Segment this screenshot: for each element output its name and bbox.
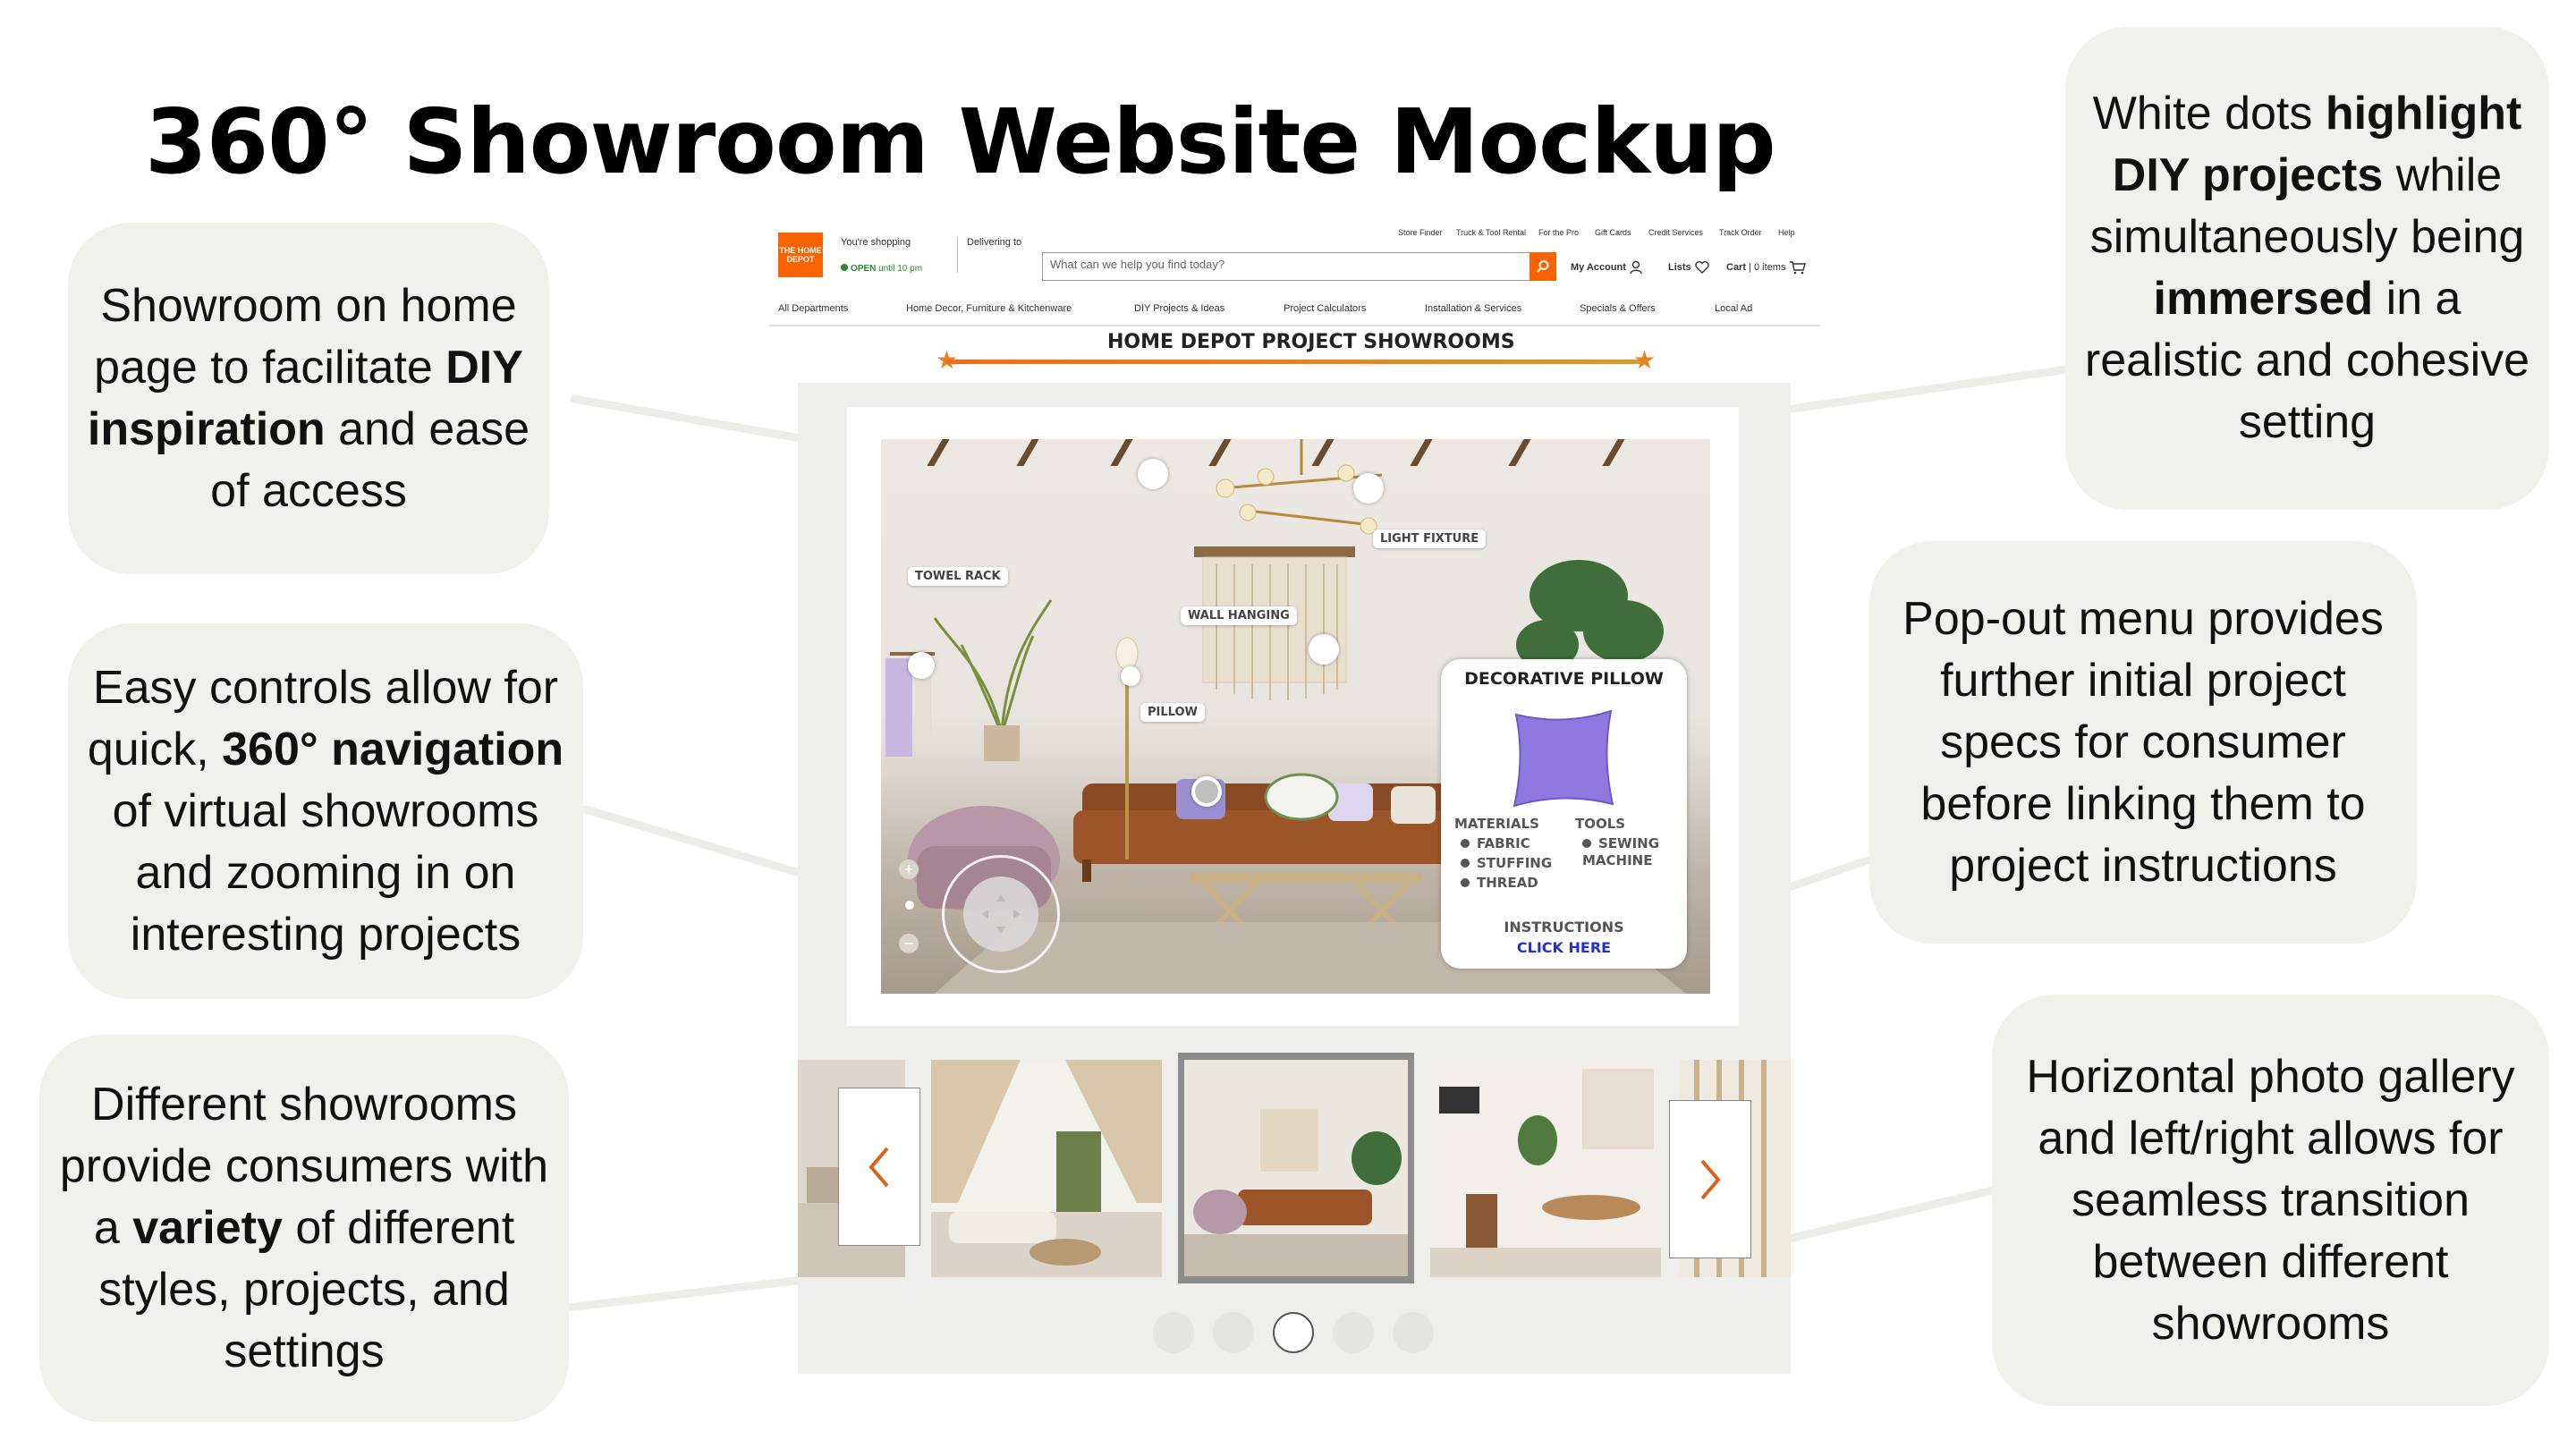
utility-link-for-the-pro[interactable]: For the Pro: [1538, 228, 1579, 237]
nav-installation-services[interactable]: Installation & Services: [1425, 303, 1521, 314]
callout-popout-menu: Pop-out menu provides further initial pr…: [1869, 541, 2417, 944]
tag-light-fixture: LIGHT FIXTURE: [1373, 529, 1487, 548]
zoom-level-indicator[interactable]: [905, 901, 914, 910]
leader-line-6: [1784, 1185, 2001, 1243]
material-item: THREAD: [1461, 875, 1538, 892]
zoom-out-button[interactable]: −: [899, 934, 919, 953]
hotspot-pillow[interactable]: [1191, 776, 1222, 807]
pillow-product-image: [1513, 709, 1614, 808]
gallery-page-dot-3-active[interactable]: [1273, 1312, 1314, 1353]
callout-showroom-home: Showroom on home page to facilitate DIY …: [68, 223, 549, 574]
open-status-icon: [841, 264, 848, 271]
search-input[interactable]: What can we help you find today?: [1042, 252, 1532, 281]
tag-pillow: PILLOW: [1140, 703, 1205, 722]
search-button[interactable]: [1530, 252, 1556, 281]
navigation-joystick[interactable]: [942, 855, 1060, 973]
utility-link-help[interactable]: Help: [1778, 228, 1795, 237]
lists-link[interactable]: Lists: [1668, 260, 1710, 275]
showroom-gallery: [798, 1049, 1791, 1286]
store-open-status[interactable]: OPEN until 10 pm: [841, 264, 922, 274]
search-icon: [1537, 260, 1549, 273]
material-item: FABRIC: [1461, 835, 1530, 852]
tool-item: SEWING MACHINE: [1582, 835, 1681, 869]
utility-link-credit-services[interactable]: Credit Services: [1648, 228, 1703, 237]
instructions-link[interactable]: CLICK HERE: [1441, 939, 1687, 956]
hotspot-light-fixture-main[interactable]: [1353, 473, 1384, 504]
user-icon: [1630, 260, 1642, 275]
heading-divider: [945, 360, 1646, 364]
gallery-page-dot-2[interactable]: [1213, 1312, 1254, 1353]
callout-white-dots: White dots highlight DIY projects while …: [2065, 27, 2549, 510]
tag-towel-rack: TOWEL RACK: [908, 567, 1008, 586]
direction-arrows-icon: [981, 894, 1021, 934]
gallery-thumb-current-room: [1184, 1060, 1408, 1276]
instructions-label: INSTRUCTIONS: [1504, 919, 1624, 936]
nav-specials-offers[interactable]: Specials & Offers: [1580, 303, 1656, 314]
home-depot-logo[interactable]: THE HOME DEPOT: [778, 233, 823, 277]
cart-icon: [1789, 261, 1806, 275]
delivering-to-label[interactable]: Delivering to: [957, 237, 1021, 273]
callout-photo-gallery: Horizontal photo gallery and left/right …: [1992, 995, 2549, 1406]
page-title: 360° Showroom Website Mockup: [145, 89, 1776, 194]
popout-title: DECORATIVE PILLOW: [1464, 669, 1664, 689]
decorative-pillow-popout: DECORATIVE PILLOW MATERIALS FABRIC STUFF…: [1441, 659, 1687, 969]
callout-easy-controls: Easy controls allow for quick, 360° navi…: [68, 623, 583, 999]
my-account-link[interactable]: My Account: [1571, 260, 1643, 275]
chevron-left-icon: [869, 1147, 889, 1187]
material-item: STUFFING: [1461, 855, 1552, 872]
showroom-heading: HOME DEPOT PROJECT SHOWROOMS: [1107, 331, 1515, 353]
zoom-in-button[interactable]: +: [899, 859, 919, 879]
gallery-thumb-selected[interactable]: [1178, 1053, 1414, 1283]
utility-link-gift-cards[interactable]: Gift Cards: [1595, 228, 1631, 237]
hotspot-floor-lamp[interactable]: [1121, 666, 1140, 686]
gallery-page-dot-1[interactable]: [1153, 1312, 1194, 1353]
nav-all-departments[interactable]: All Departments: [778, 303, 848, 314]
hotspot-towel-rack[interactable]: [908, 652, 935, 679]
nav-local-ad[interactable]: Local Ad: [1715, 303, 1752, 314]
nav-project-calculators[interactable]: Project Calculators: [1284, 303, 1366, 314]
gallery-next-button[interactable]: [1669, 1100, 1751, 1258]
chevron-right-icon: [1700, 1159, 1721, 1199]
gallery-page-dot-4[interactable]: [1333, 1312, 1374, 1353]
utility-link-track-order[interactable]: Track Order: [1719, 228, 1762, 237]
cart-link[interactable]: Cart | 0 items: [1726, 260, 1807, 275]
gallery-thumb-dining-room[interactable]: [1430, 1060, 1661, 1277]
utility-link-truck-rental[interactable]: Truck & Tool Rental: [1456, 228, 1526, 237]
gallery-page-dot-5[interactable]: [1393, 1312, 1434, 1353]
tools-heading: TOOLS: [1575, 816, 1626, 832]
nav-home-decor[interactable]: Home Decor, Furniture & Kitchenware: [906, 303, 1072, 314]
utility-link-store-finder[interactable]: Store Finder: [1398, 228, 1443, 237]
nav-diy-projects[interactable]: DIY Projects & Ideas: [1134, 303, 1224, 314]
tag-wall-hanging: WALL HANGING: [1181, 606, 1297, 625]
star-icon: ★: [1633, 346, 1657, 374]
materials-heading: MATERIALS: [1454, 816, 1539, 832]
gallery-prev-button[interactable]: [838, 1088, 920, 1246]
website-header: THE HOME DEPOT You're shopping OPEN unti…: [769, 219, 1820, 326]
hotspot-wall-hanging[interactable]: [1309, 634, 1339, 665]
gallery-thumb-aframe-room[interactable]: [931, 1060, 1162, 1277]
youre-shopping-label: You're shopping: [841, 237, 911, 248]
heart-icon: [1695, 261, 1709, 274]
callout-different-showrooms: Different showrooms provide consumers wi…: [39, 1035, 569, 1422]
department-nav: All Departments Home Decor, Furniture & …: [769, 298, 1820, 326]
hotspot-light-fixture[interactable]: [1138, 459, 1168, 489]
